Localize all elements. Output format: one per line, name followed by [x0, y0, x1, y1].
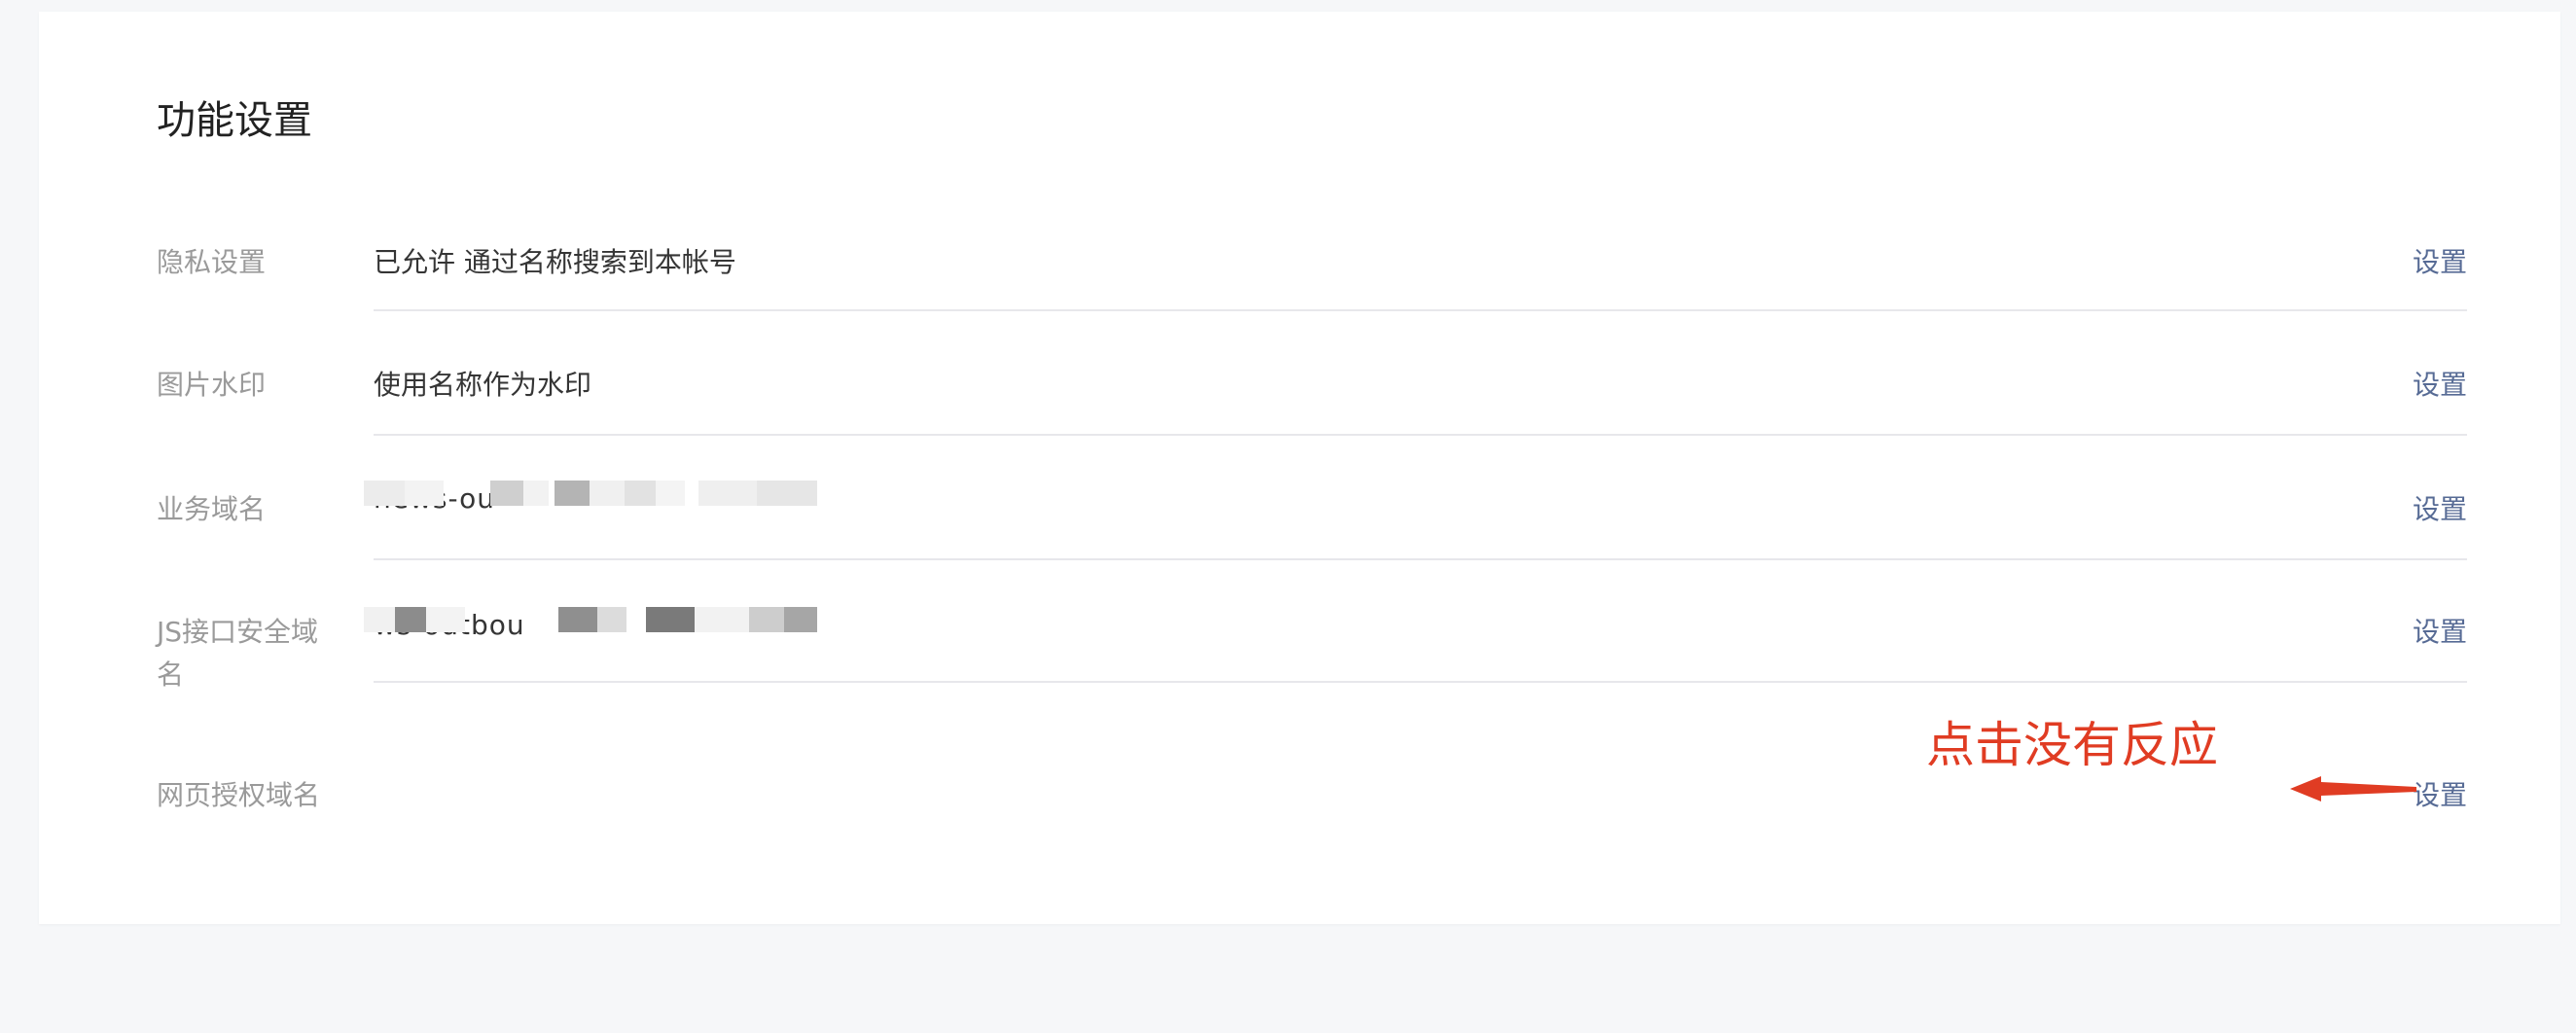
redaction-mosaic: [364, 607, 395, 632]
annotation-text: 点击没有反应: [1926, 717, 2218, 773]
redaction-mosaic: [364, 481, 405, 506]
redaction-mosaic: [558, 607, 597, 632]
page-title: 功能设置: [157, 98, 312, 143]
watermark-setting-value: 使用名称作为水印: [374, 369, 592, 401]
redaction-mosaic: [555, 481, 590, 506]
privacy-setting-button[interactable]: 设置: [2413, 241, 2467, 284]
divider: [374, 681, 2467, 683]
redaction-mosaic: [698, 481, 757, 506]
redaction-mosaic: [597, 607, 626, 632]
arrow-left-icon: [2290, 776, 2416, 801]
business-domain-button[interactable]: 设置: [2413, 488, 2467, 531]
divider: [374, 558, 2467, 560]
redaction-mosaic: [656, 481, 685, 506]
settings-card: 功能设置 隐私设置 已允许 通过名称搜索到本帐号 设置 图片水印 使用名称作为水…: [39, 12, 2560, 924]
redaction-mosaic: [395, 607, 426, 632]
redaction-mosaic: [490, 481, 523, 506]
js-domain-label: JS接口安全域名: [157, 616, 319, 691]
redaction-mosaic: [646, 607, 695, 632]
redaction-mosaic: [749, 607, 784, 632]
redaction-mosaic: [426, 607, 465, 632]
js-domain-button[interactable]: 设置: [2413, 611, 2467, 654]
privacy-setting-value: 已允许 通过名称搜索到本帐号: [374, 246, 736, 278]
divider: [374, 309, 2467, 311]
privacy-setting-label: 隐私设置: [157, 246, 267, 278]
redaction-mosaic: [523, 481, 549, 506]
redaction-mosaic: [625, 481, 656, 506]
js-domain-value-redacted: ws-outbou: [364, 607, 817, 640]
redaction-mosaic: [784, 607, 817, 632]
redaction-mosaic: [757, 481, 817, 506]
watermark-setting-label: 图片水印: [157, 369, 267, 401]
business-domain-value-redacted: news-ou: [364, 481, 817, 514]
redaction-mosaic: [590, 481, 625, 506]
watermark-setting-button[interactable]: 设置: [2413, 364, 2467, 407]
divider: [374, 434, 2467, 436]
redaction-mosaic: [405, 481, 444, 506]
oauth-domain-label: 网页授权域名: [157, 779, 321, 811]
redaction-mosaic: [695, 607, 749, 632]
business-domain-label: 业务域名: [157, 493, 267, 525]
